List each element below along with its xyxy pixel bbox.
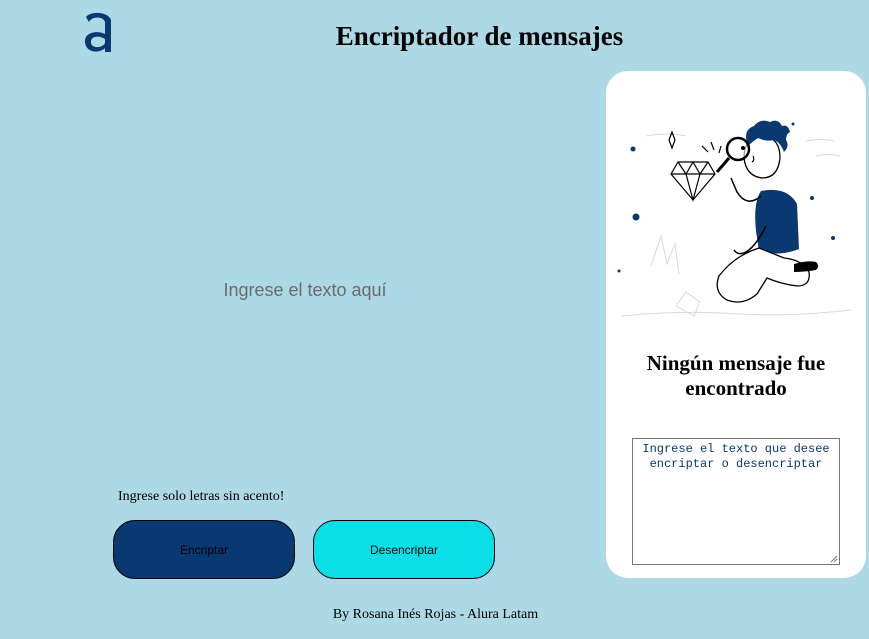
output-textarea[interactable] xyxy=(632,438,840,565)
resize-grip-icon[interactable] xyxy=(830,555,838,563)
message-input[interactable] xyxy=(100,90,510,480)
footer-credit: By Rosana Inés Rojas - Alura Latam xyxy=(332,607,539,622)
output-panel: Ningún mensaje fue encontrado xyxy=(606,71,866,578)
encrypt-button[interactable]: Encriptar xyxy=(113,520,295,579)
boy-with-magnifying-glass-icon xyxy=(617,120,852,317)
decrypt-button[interactable]: Desencriptar xyxy=(313,520,495,579)
input-hint: Ingrese solo letras sin acento! xyxy=(118,489,285,504)
page-title: Encriptador de mensajes xyxy=(335,21,624,51)
no-message-title: Ningún mensaje fue encontrado xyxy=(646,351,826,400)
